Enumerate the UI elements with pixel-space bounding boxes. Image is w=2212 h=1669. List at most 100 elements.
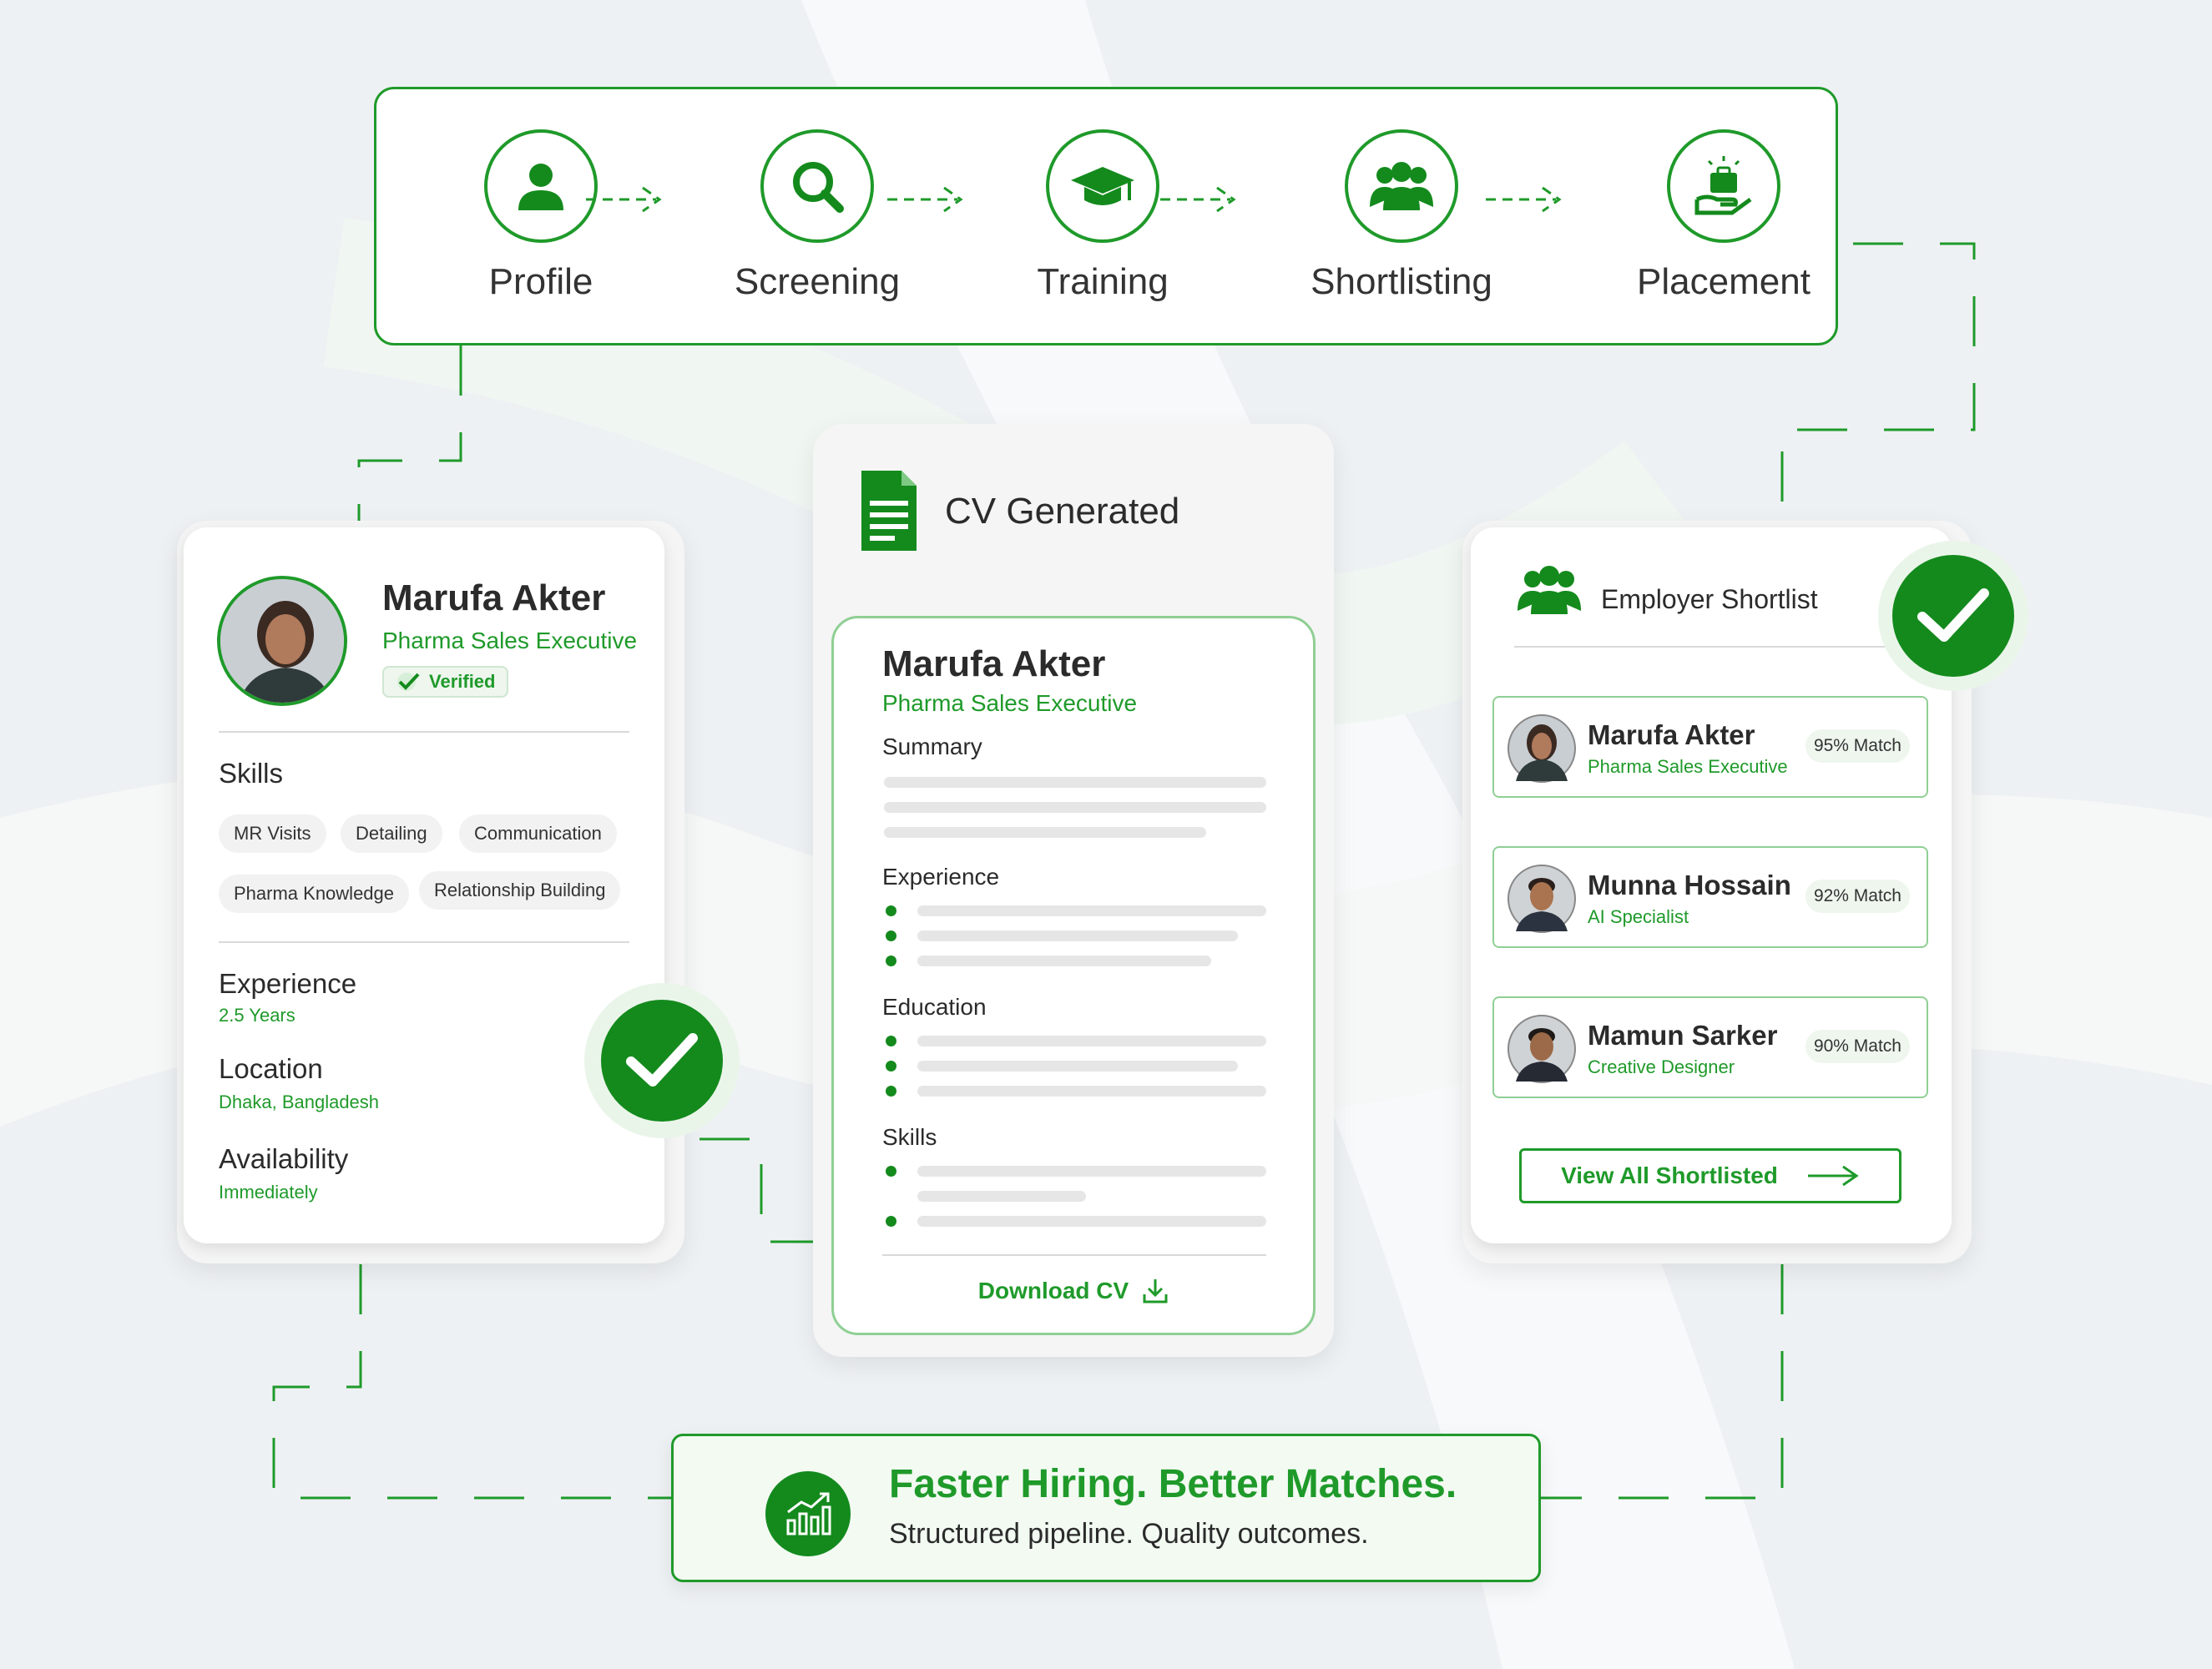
avatar: [1507, 714, 1576, 783]
text-placeholder: [884, 777, 1266, 788]
cv-document: Marufa Akter Pharma Sales Executive Summ…: [831, 616, 1316, 1335]
growth-chart-icon: [765, 1471, 851, 1556]
user-icon: [484, 129, 598, 243]
verified-badge: Verified: [382, 666, 509, 698]
skill-chip: Detailing: [341, 814, 442, 853]
step-label: Training: [1037, 261, 1169, 302]
cv-role: Pharma Sales Executive: [882, 690, 1138, 716]
candidate-role: Creative Designer: [1588, 1056, 1735, 1077]
check-icon: [397, 673, 420, 691]
text-placeholder: [917, 905, 1266, 916]
banner-headline: Faster Hiring. Better Matches.: [889, 1462, 1457, 1506]
checkmark-icon: [1892, 555, 2014, 677]
shortlist-title: Employer Shortlist: [1601, 584, 1818, 614]
candidate-name: Mamun Sarker: [1588, 1020, 1778, 1051]
cv-title: CV Generated: [945, 491, 1180, 532]
step-shortlisting[interactable]: Shortlisting: [1276, 129, 1527, 303]
step-training[interactable]: Training: [977, 129, 1228, 303]
text-placeholder: [917, 1086, 1266, 1097]
group-icon: [1514, 562, 1584, 620]
candidate-role: AI Specialist: [1588, 906, 1689, 927]
download-cv-label: Download CV: [977, 1278, 1129, 1303]
step-label: Shortlisting: [1311, 261, 1492, 302]
bullet: [886, 956, 896, 966]
text-placeholder: [917, 930, 1238, 941]
text-placeholder: [917, 1036, 1266, 1046]
divider: [219, 941, 629, 943]
cv-section-summary: Summary: [882, 734, 982, 759]
step-screening[interactable]: Screening: [692, 129, 942, 303]
step-label: Screening: [734, 261, 901, 302]
cv-section-education: Education: [882, 994, 987, 1020]
cv-section-skills: Skills: [882, 1124, 937, 1150]
candidate-name: Marufa Akter: [382, 577, 606, 618]
candidate-name: Munna Hossain: [1588, 870, 1791, 900]
download-icon: [1143, 1279, 1168, 1303]
text-placeholder: [917, 1166, 1266, 1177]
profile-approved-badge: [584, 983, 740, 1138]
availability-heading: Availability: [219, 1143, 349, 1174]
tagline-banner: Faster Hiring. Better Matches. Structure…: [671, 1434, 1541, 1582]
skill-chip: Communication: [459, 814, 617, 853]
checkmark-icon: [601, 1000, 723, 1122]
match-badge: 90% Match: [1805, 1030, 1910, 1063]
arrow-right-icon: [1486, 186, 1562, 213]
step-label: Profile: [488, 261, 593, 302]
shortlist-row[interactable]: Munna Hossain AI Specialist 92% Match: [1492, 846, 1928, 948]
avatar: [1507, 865, 1576, 933]
hiring-pipeline: Profile Screening Training Shortlisting …: [374, 87, 1838, 345]
avatar: [217, 576, 347, 706]
briefcase-hand-icon: [1667, 129, 1780, 243]
search-icon: [760, 129, 874, 243]
verified-label: Verified: [429, 671, 496, 692]
bullet: [886, 905, 896, 916]
banner-subline: Structured pipeline. Quality outcomes.: [889, 1518, 1369, 1550]
avatar: [1507, 1015, 1576, 1083]
arrow-right-icon: [1160, 186, 1236, 213]
bullet: [886, 1166, 896, 1177]
availability-value: Immediately: [219, 1182, 318, 1203]
download-cv-button[interactable]: Download CV: [834, 1278, 1313, 1304]
cv-name: Marufa Akter: [882, 643, 1106, 684]
skill-chip: Pharma Knowledge: [219, 875, 410, 913]
location-heading: Location: [219, 1053, 323, 1084]
view-all-shortlisted-button[interactable]: View All Shortlisted: [1519, 1148, 1901, 1203]
bullet: [886, 930, 896, 941]
document-icon: [858, 467, 920, 558]
skill-chip: Relationship Building: [419, 871, 621, 910]
profile-card: Marufa Akter Pharma Sales Executive Veri…: [184, 527, 664, 1243]
text-placeholder: [917, 1191, 1086, 1202]
candidate-role: Pharma Sales Executive: [1588, 756, 1788, 777]
text-placeholder: [917, 1061, 1238, 1071]
shortlist-row[interactable]: Marufa Akter Pharma Sales Executive 95% …: [1492, 696, 1928, 798]
experience-heading: Experience: [219, 968, 357, 999]
divider: [882, 1254, 1266, 1256]
location-value: Dhaka, Bangladesh: [219, 1092, 380, 1112]
bullet: [886, 1061, 896, 1071]
arrow-right-icon: [887, 186, 963, 213]
text-placeholder: [917, 1216, 1266, 1227]
bullet: [886, 1216, 896, 1227]
skill-chip: MR Visits: [219, 814, 326, 853]
shortlist-row[interactable]: Mamun Sarker Creative Designer 90% Match: [1492, 996, 1928, 1098]
graduation-cap-icon: [1046, 129, 1159, 243]
candidate-name: Marufa Akter: [1588, 719, 1755, 750]
divider: [1514, 646, 1932, 648]
candidate-role: Pharma Sales Executive: [382, 628, 638, 653]
view-all-label: View All Shortlisted: [1561, 1162, 1778, 1188]
shortlist-approved-badge: [1878, 541, 2028, 691]
match-badge: 95% Match: [1805, 729, 1910, 763]
text-placeholder: [884, 802, 1266, 813]
bullet: [886, 1086, 896, 1097]
step-placement[interactable]: Placement: [1598, 129, 1849, 303]
cv-section-experience: Experience: [882, 864, 1000, 890]
arrow-right-icon: [1807, 1165, 1859, 1187]
text-placeholder: [917, 956, 1211, 966]
step-profile[interactable]: Profile: [416, 129, 666, 303]
group-icon: [1345, 129, 1458, 243]
divider: [219, 731, 629, 733]
skills-heading: Skills: [219, 758, 284, 789]
arrow-right-icon: [586, 186, 662, 213]
step-label: Placement: [1637, 261, 1811, 302]
experience-value: 2.5 Years: [219, 1005, 295, 1026]
